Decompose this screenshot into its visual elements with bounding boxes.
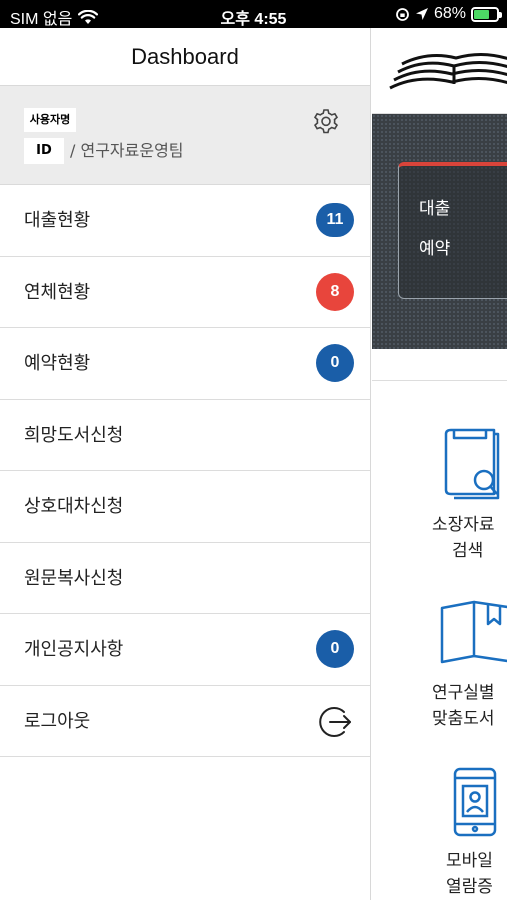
side-drawer: Dashboard 사용자명 ID / 연구자료운영팀 대출현황 11 연체현황… <box>0 28 371 900</box>
menu-item-personal-notices[interactable]: 개인공지사항 0 <box>0 614 370 686</box>
user-team: / 연구자료운영팀 <box>70 141 184 160</box>
background-app: 대출 예약 소장자료 검색 연구실별 맞춤도서 모바일 열람증 <box>372 28 507 900</box>
loan-reserve-panel[interactable]: 대출 예약 <box>398 162 507 299</box>
status-bar: SIM 없음 오후 4:55 68% <box>0 0 507 28</box>
notice-count-badge: 0 <box>316 630 354 668</box>
user-card: 사용자명 ID / 연구자료운영팀 <box>0 86 370 185</box>
system-indicators: 68% <box>395 5 502 23</box>
battery-icon <box>471 6 502 22</box>
menu-label: 예약현황 <box>24 353 91 374</box>
battery-fill <box>474 9 489 19</box>
open-book-icon[interactable] <box>438 598 507 668</box>
menu-item-logout[interactable]: 로그아웃 <box>0 686 370 757</box>
menu-label: 개인공지사항 <box>24 639 124 660</box>
menu-item-loan-status[interactable]: 대출현황 11 <box>0 185 370 257</box>
library-logo-icon <box>389 53 507 90</box>
mobile-id-icon[interactable] <box>452 766 498 838</box>
user-name-label: 사용자명 <box>24 108 76 132</box>
background-header <box>372 28 507 114</box>
location-icon <box>415 8 428 20</box>
overdue-count-badge: 8 <box>316 272 354 311</box>
tile-label-catalog-line1: 소장자료 <box>432 515 495 535</box>
tile-label-research-line1: 연구실별 <box>432 683 495 703</box>
book-search-icon[interactable] <box>442 428 502 503</box>
orientation-lock-icon <box>396 7 409 21</box>
tile-label-mobile-line2: 열람증 <box>446 877 493 897</box>
panel-item-loan[interactable]: 대출 <box>419 194 450 219</box>
menu-item-reservation-status[interactable]: 예약현황 0 <box>0 328 370 400</box>
menu-label: 연체현황 <box>24 281 91 303</box>
tile-label-catalog-line2: 검색 <box>452 541 484 561</box>
menu-item-interlibrary-loan[interactable]: 상호대차신청 <box>0 471 370 543</box>
menu-item-copy-request[interactable]: 원문복사신청 <box>0 543 370 614</box>
reservation-count-badge: 0 <box>316 344 354 382</box>
background-banner: 대출 예약 <box>372 114 507 349</box>
menu-label: 로그아웃 <box>24 710 91 732</box>
tile-label-mobile-line1: 모바일 <box>446 851 493 871</box>
gear-icon[interactable] <box>312 108 340 136</box>
menu-label: 대출현황 <box>24 210 91 231</box>
panel-item-reserve[interactable]: 예약 <box>419 234 450 259</box>
user-id-label: ID <box>24 138 64 164</box>
menu-item-overdue-status[interactable]: 연체현황 8 <box>0 257 370 328</box>
menu-label: 상호대차신청 <box>24 496 124 517</box>
battery-percent: 68% <box>433 5 466 22</box>
background-divider <box>372 380 507 381</box>
logout-icon[interactable] <box>316 703 354 741</box>
menu-item-book-request[interactable]: 희망도서신청 <box>0 400 370 471</box>
tile-label-research-line2: 맞춤도서 <box>432 709 495 729</box>
drawer-title: Dashboard <box>0 28 370 86</box>
menu-label: 원문복사신청 <box>24 567 124 589</box>
menu-label: 희망도서신청 <box>24 424 124 446</box>
loan-count-badge: 11 <box>316 203 354 237</box>
